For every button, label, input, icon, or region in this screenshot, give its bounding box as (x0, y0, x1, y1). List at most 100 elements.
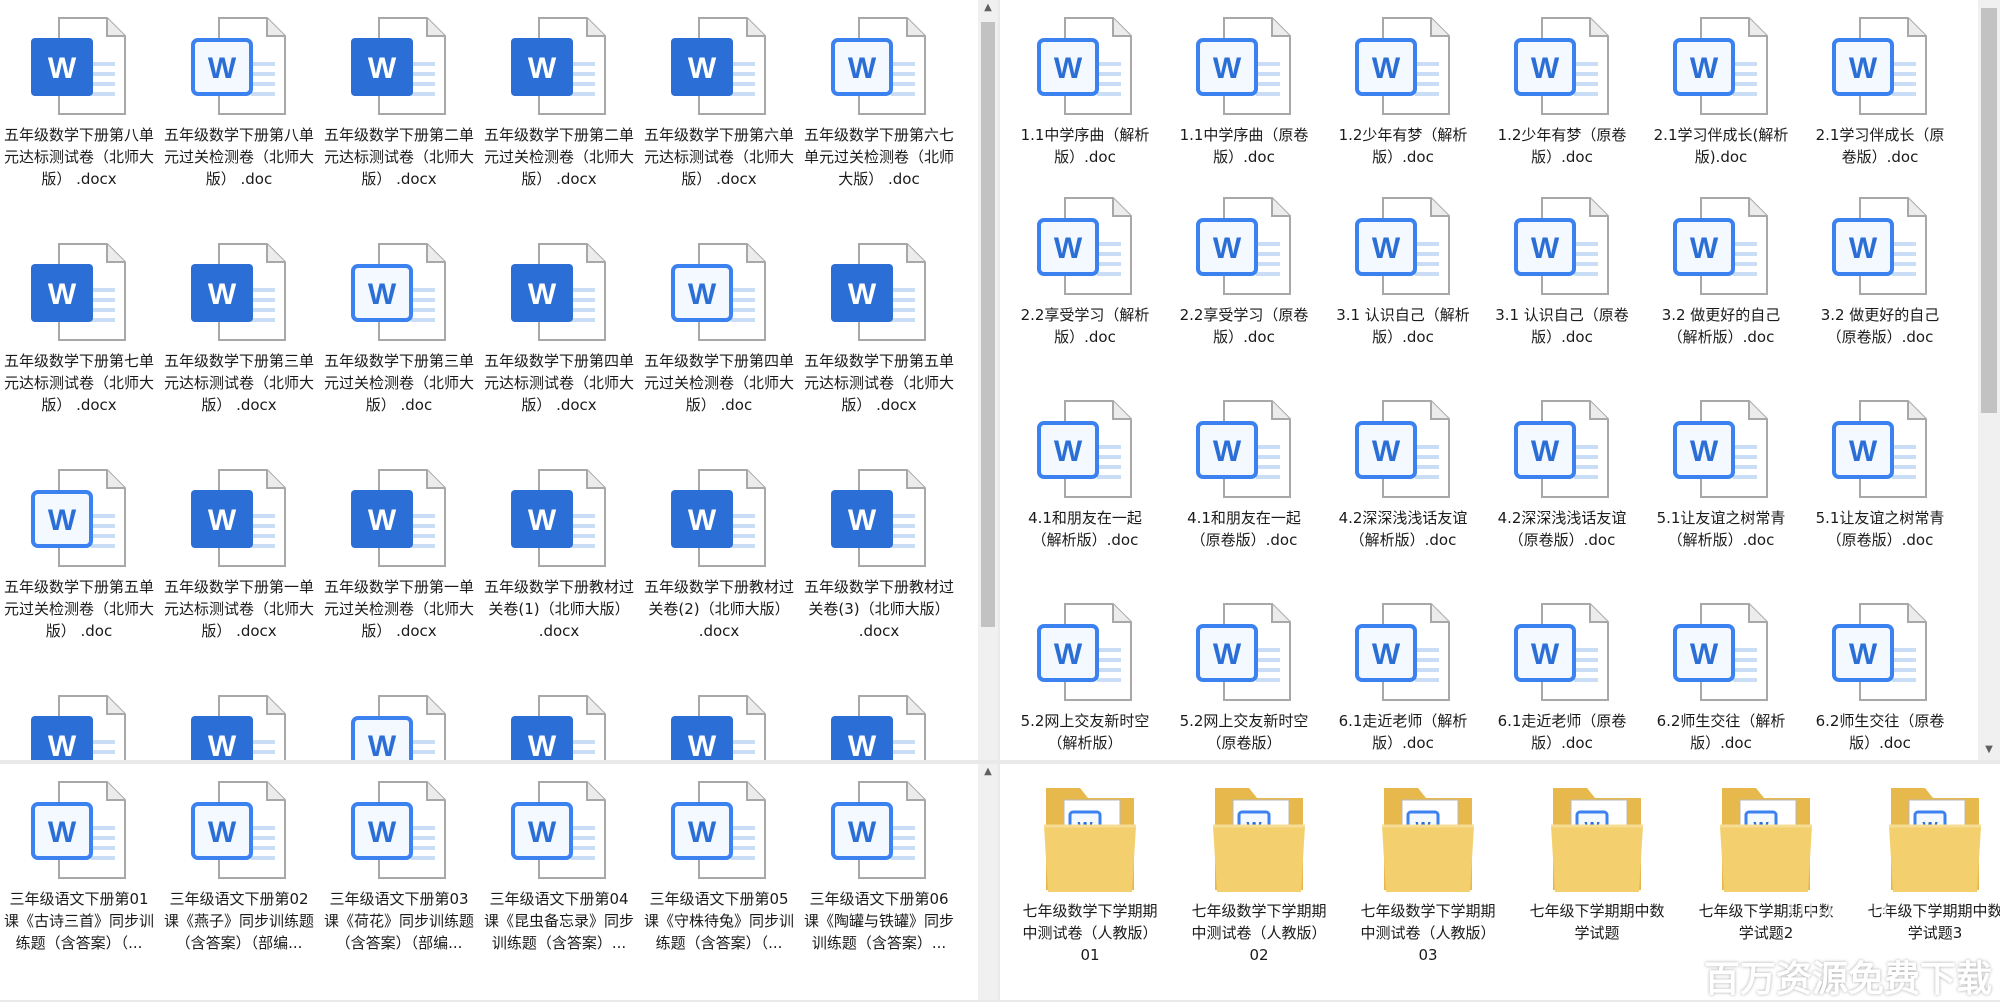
svg-text:W: W (1054, 232, 1083, 265)
file-name: 三年级语文下册第01课《古诗三首》同步训练题（含答案）（... (4, 890, 155, 952)
file-item[interactable]: W 五年级数学下册第六七单元过关检测卷（北师大版） .doc (804, 12, 954, 232)
svg-text:W: W (368, 816, 397, 849)
watermark-url: niquan (1788, 888, 1890, 921)
svg-text:W: W (1531, 232, 1560, 265)
top-right-scrollbar[interactable]: ▼ (1978, 0, 2000, 760)
file-item[interactable]: W 五年级数学下册教材过关卷(1)（北师大版） .docx (484, 464, 634, 684)
word-document-icon: W (1190, 12, 1298, 120)
file-item[interactable]: W 5.2网上交友新时空（解析版） (1015, 598, 1155, 760)
svg-text:W: W (48, 278, 77, 311)
word-document-icon: W (185, 776, 293, 884)
scroll-up-arrow-icon[interactable]: ▲ (978, 764, 998, 780)
top-left-scrollbar[interactable]: ▲ (978, 0, 998, 760)
svg-text:W: W (688, 52, 717, 85)
file-name: 3.1 认识自己（原卷版）.doc (1495, 306, 1629, 346)
file-item[interactable]: W 三年级语文下册第04课《昆虫备忘录》同步训练题（含答案）... (484, 776, 634, 996)
file-item[interactable]: W 五年级数学下册第八单元过关检测卷（北师大版） .doc (164, 12, 314, 232)
svg-text:W: W (368, 730, 397, 760)
word-document-icon: W (185, 12, 293, 120)
word-document-icon: W (345, 776, 453, 884)
file-item[interactable]: W 五年级数学下册第六单元达标测试卷（北师大版） .docx (644, 12, 794, 232)
file-item[interactable]: W 4.2深深浅浅话友谊（原卷版）.doc (1492, 395, 1632, 615)
svg-text:W: W (1213, 435, 1242, 468)
file-item[interactable]: W (484, 690, 634, 760)
svg-text:W: W (1531, 638, 1560, 671)
file-item[interactable]: W 五年级数学下册第三单元达标测试卷（北师大版） .docx (164, 238, 314, 458)
file-item[interactable]: W 3.2 做更好的自己（原卷版）.doc (1810, 192, 1950, 412)
file-item[interactable]: W (324, 690, 474, 760)
scrollbar-thumb[interactable] (1981, 8, 1997, 413)
file-name: 五年级数学下册第六单元达标测试卷（北师大版） .docx (644, 126, 795, 188)
file-item[interactable]: W 2.2享受学习（原卷版）.doc (1174, 192, 1314, 412)
file-item[interactable]: W 2.2享受学习（解析版）.doc (1015, 192, 1155, 412)
top-left-pane[interactable]: W 五年级数学下册第八单元达标测试卷（北师大版） .docx W 五年级数学下册第八单… (0, 0, 978, 760)
word-document-icon: W (1508, 395, 1616, 503)
file-name: 三年级语文下册第04课《昆虫备忘录》同步训练题（含答案）... (484, 890, 635, 952)
file-item[interactable]: W 五年级数学下册第五单元达标测试卷（北师大版） .docx (804, 238, 954, 458)
file-item[interactable]: W 5.1让友谊之树常青（原卷版）.doc (1810, 395, 1950, 615)
file-item[interactable]: W (164, 690, 314, 760)
file-item[interactable]: W七年级下学期期中数学试题 (1527, 778, 1667, 998)
file-item[interactable]: W 五年级数学下册教材过关卷(3)（北师大版） .docx (804, 464, 954, 684)
file-item[interactable]: W 五年级数学下册第三单元过关检测卷（北师大版） .doc (324, 238, 474, 458)
svg-text:W: W (368, 278, 397, 311)
svg-text:W: W (1372, 232, 1401, 265)
file-item[interactable]: W 五年级数学下册第七单元达标测试卷（北师大版） .docx (4, 238, 154, 458)
file-name: 七年级数学下学期期中测试卷（人教版）01 (1022, 902, 1158, 964)
scrollbar-thumb[interactable] (981, 22, 995, 627)
file-item[interactable]: W 五年级数学下册第八单元达标测试卷（北师大版） .docx (4, 12, 154, 232)
file-item[interactable]: W 五年级数学下册第一单元达标测试卷（北师大版） .docx (164, 464, 314, 684)
file-item[interactable]: W 三年级语文下册第06课《陶罐与铁罐》同步训练题（含答案）... (804, 776, 954, 996)
file-name: 4.1和朋友在一起（原卷版）.doc (1187, 509, 1301, 549)
file-item[interactable]: W (4, 690, 154, 760)
file-item[interactable]: W 5.2网上交友新时空（原卷版） (1174, 598, 1314, 760)
file-item[interactable]: W 五年级数学下册教材过关卷(2)（北师大版） .docx (644, 464, 794, 684)
file-item[interactable]: W 6.2师生交往（解析版）.doc (1651, 598, 1791, 760)
file-item[interactable]: W 五年级数学下册第二单元达标测试卷（北师大版） .docx (324, 12, 474, 232)
file-item[interactable]: W 五年级数学下册第五单元过关检测卷（北师大版） .doc (4, 464, 154, 684)
file-item[interactable]: W 三年级语文下册第01课《古诗三首》同步训练题（含答案）（... (4, 776, 154, 996)
file-item[interactable]: W七年级数学下学期期中测试卷（人教版）01 (1020, 778, 1160, 998)
word-document-icon: W (505, 464, 613, 572)
file-name: 五年级数学下册第一单元达标测试卷（北师大版） .docx (164, 578, 315, 640)
bottom-left-pane[interactable]: W 三年级语文下册第01课《古诗三首》同步训练题（含答案）（... W 三年级语文下册… (0, 764, 978, 1000)
word-document-icon: W (345, 464, 453, 572)
svg-text:W: W (1372, 435, 1401, 468)
scroll-down-arrow-icon[interactable]: ▼ (1978, 742, 2000, 758)
bottom-left-scrollbar[interactable]: ▲ (978, 764, 998, 1000)
file-item[interactable]: W 4.1和朋友在一起（解析版）.doc (1015, 395, 1155, 615)
file-item[interactable]: W 6.1走近老师（解析版）.doc (1333, 598, 1473, 760)
file-item[interactable]: W 五年级数学下册第四单元达标测试卷（北师大版） .docx (484, 238, 634, 458)
file-item[interactable]: W七年级数学下学期期中测试卷（人教版）02 (1189, 778, 1329, 998)
file-name: 五年级数学下册教材过关卷(2)（北师大版） .docx (644, 578, 795, 640)
svg-text:W: W (848, 278, 877, 311)
file-item[interactable]: W七年级数学下学期期中测试卷（人教版）03 (1358, 778, 1498, 998)
svg-text:W: W (1690, 435, 1719, 468)
file-item[interactable]: W 三年级语文下册第03课《荷花》同步训练题（含答案）（部编... (324, 776, 474, 996)
top-right-pane[interactable]: W 1.1中学序曲（解析版）.doc W 1.1中学序曲（原卷版）.doc W 1.2少年… (1000, 0, 1978, 760)
word-document-icon: W (665, 776, 773, 884)
file-item[interactable]: W 三年级语文下册第05课《守株待兔》同步训练题（含答案）（... (644, 776, 794, 996)
file-item[interactable]: W 三年级语文下册第02课《燕子》同步训练题（含答案）（部编... (164, 776, 314, 996)
file-item[interactable]: W 3.1 认识自己（解析版）.doc (1333, 192, 1473, 412)
file-item[interactable]: W 3.2 做更好的自己（解析版）.doc (1651, 192, 1791, 412)
file-item[interactable]: W 6.1走近老师（原卷版）.doc (1492, 598, 1632, 760)
file-item[interactable]: W 五年级数学下册第二单元过关检测卷（北师大版） .docx (484, 12, 634, 232)
scroll-up-arrow-icon[interactable]: ▲ (978, 0, 998, 16)
word-document-icon: W (25, 690, 133, 760)
file-item[interactable]: W 4.2深深浅浅话友谊（解析版）.doc (1333, 395, 1473, 615)
file-item[interactable]: W 五年级数学下册第四单元过关检测卷（北师大版） .doc (644, 238, 794, 458)
word-document-icon: W (505, 690, 613, 760)
file-item[interactable]: W 五年级数学下册第一单元过关检测卷（北师大版） .docx (324, 464, 474, 684)
file-name: 5.2网上交友新时空（解析版） (1020, 712, 1150, 752)
file-item[interactable]: W (804, 690, 954, 760)
file-name: 3.2 做更好的自己（解析版）.doc (1661, 306, 1781, 346)
svg-text:W: W (1372, 638, 1401, 671)
file-item[interactable]: W 3.1 认识自己（原卷版）.doc (1492, 192, 1632, 412)
file-item[interactable]: W 6.2师生交往（原卷版）.doc (1810, 598, 1950, 760)
file-item[interactable]: W (644, 690, 794, 760)
file-item[interactable]: W 5.1让友谊之树常青（解析版）.doc (1651, 395, 1791, 615)
word-document-icon: W (1826, 395, 1934, 503)
word-document-icon: W (1349, 12, 1457, 120)
file-item[interactable]: W 4.1和朋友在一起（原卷版）.doc (1174, 395, 1314, 615)
